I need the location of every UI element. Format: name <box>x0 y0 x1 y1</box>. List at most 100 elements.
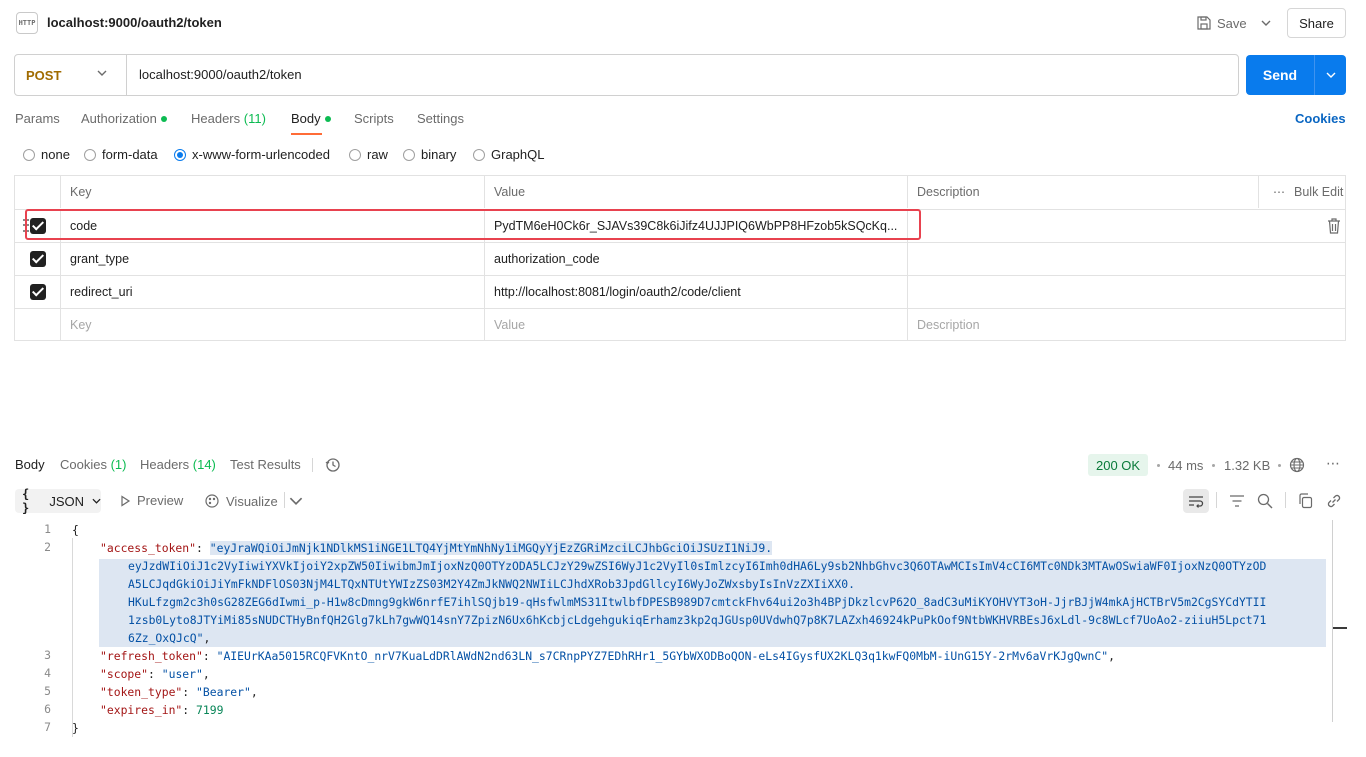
request-header: HTTP localhost:9000/oauth2/token Save Sh… <box>0 0 1366 46</box>
active-tab-indicator <box>291 133 322 135</box>
radio-icon <box>349 148 361 161</box>
row-checkbox-cell <box>15 243 61 275</box>
radio-none[interactable]: none <box>23 147 70 162</box>
send-options-chevron-down-icon[interactable] <box>1315 55 1346 95</box>
history-icon[interactable] <box>325 457 341 473</box>
copy-icon[interactable] <box>1297 492 1315 510</box>
code-line-wrapped: 6Zz_OxQJcQ", <box>128 631 211 645</box>
code-line: "refresh_token": "AIEUrKAa5015RCQFVKntO_… <box>100 649 1115 663</box>
params-table: Key Value Description ⋯ Bulk Edit code P… <box>14 175 1346 341</box>
column-header-key: Key <box>61 176 485 208</box>
checkbox-checked-icon[interactable] <box>29 251 46 267</box>
tab-scripts[interactable]: Scripts <box>354 111 394 126</box>
tab-authorization[interactable]: Authorization <box>81 111 167 126</box>
param-value-input[interactable]: authorization_code <box>485 243 908 275</box>
tab-headers[interactable]: Headers (11) <box>191 111 266 126</box>
scrollbar-track[interactable] <box>1332 520 1333 722</box>
cookies-link[interactable]: Cookies <box>1295 111 1346 126</box>
code-line: "expires_in": 7199 <box>100 703 224 717</box>
http-request-icon: HTTP <box>16 12 38 34</box>
tab-params[interactable]: Params <box>15 111 60 126</box>
param-description-input[interactable] <box>908 276 1345 308</box>
radio-icon <box>84 148 96 161</box>
radio-raw[interactable]: raw <box>349 147 388 162</box>
save-label: Save <box>1217 15 1247 31</box>
wrap-lines-button[interactable] <box>1183 489 1209 513</box>
checkbox-checked-icon[interactable] <box>29 284 46 300</box>
separator-dot <box>1157 464 1160 467</box>
param-description-input[interactable] <box>908 210 1345 242</box>
status-badge[interactable]: 200 OK <box>1088 454 1149 476</box>
visualize-button[interactable]: Visualize <box>204 493 278 509</box>
save-options-chevron-down-icon[interactable] <box>1256 12 1276 34</box>
new-value-input[interactable]: Value <box>485 309 908 341</box>
param-value-input[interactable]: http://localhost:8081/login/oauth2/code/… <box>485 276 908 308</box>
search-icon[interactable] <box>1256 492 1274 510</box>
code-line-wrapped: HKuLfzgm2c3h0sG28ZEG6dIwmi_p-H1w8cDmng9g… <box>128 595 1267 609</box>
modified-dot-icon <box>160 115 167 122</box>
share-button[interactable]: Share <box>1287 8 1346 38</box>
link-icon[interactable] <box>1325 492 1343 510</box>
param-description-input[interactable] <box>908 243 1345 275</box>
tab-settings[interactable]: Settings <box>417 111 464 126</box>
radio-graphql[interactable]: GraphQL <box>473 147 544 162</box>
response-tab-cookies[interactable]: Cookies (1) <box>60 457 126 472</box>
divider <box>312 458 313 472</box>
scrollbar-thumb[interactable] <box>1333 627 1347 629</box>
more-dots-icon: ⋯ <box>1273 185 1285 199</box>
format-label: JSON <box>49 493 84 509</box>
radio-icon <box>403 148 415 161</box>
param-key-input[interactable]: redirect_uri <box>61 276 485 308</box>
request-title[interactable]: localhost:9000/oauth2/token <box>47 15 222 30</box>
visualize-options-chevron-down-icon[interactable] <box>289 495 303 507</box>
response-tab-headers[interactable]: Headers (14) <box>140 457 216 472</box>
filter-icon[interactable] <box>1228 492 1246 510</box>
bulk-edit-label: Bulk Edit <box>1294 185 1344 199</box>
braces-icon: { } <box>22 487 30 515</box>
preview-button[interactable]: Preview <box>119 493 183 508</box>
separator-dot <box>1278 464 1281 467</box>
bulk-edit-button[interactable]: ⋯ Bulk Edit <box>1258 176 1343 208</box>
code-line: "scope": "user", <box>100 667 210 681</box>
table-row: redirect_uri http://localhost:8081/login… <box>15 275 1345 308</box>
new-description-input[interactable]: Description <box>908 309 1345 341</box>
method-select[interactable]: POST <box>15 55 127 95</box>
url-input[interactable]: localhost:9000/oauth2/token <box>139 67 302 82</box>
line-number: 2 <box>44 540 51 554</box>
line-number: 7 <box>44 720 51 734</box>
method-label: POST <box>26 67 62 83</box>
divider <box>284 492 285 508</box>
new-key-input[interactable]: Key <box>61 309 485 341</box>
save-button[interactable]: Save <box>1197 12 1247 34</box>
response-tabs: Body Cookies (1) Headers (14) Test Resul… <box>15 457 1355 475</box>
code-line: } <box>72 721 79 735</box>
response-time[interactable]: 44 ms <box>1168 458 1203 473</box>
tab-body[interactable]: Body <box>291 111 331 126</box>
send-button[interactable]: Send <box>1246 55 1346 95</box>
table-header-row: Key Value Description ⋯ Bulk Edit <box>15 176 1345 209</box>
globe-icon[interactable] <box>1289 457 1305 473</box>
radio-binary[interactable]: binary <box>403 147 456 162</box>
visualize-label: Visualize <box>226 493 278 509</box>
code-line-wrapped: 1zsb0Lyto8JTYiMi85sNUDCTHyBnfQH2Glg7kLh7… <box>128 613 1267 627</box>
line-number: 6 <box>44 702 51 716</box>
line-number: 4 <box>44 666 51 680</box>
response-tab-test-results[interactable]: Test Results <box>230 457 301 472</box>
separator-dot <box>1212 464 1215 467</box>
trash-icon[interactable] <box>1327 218 1341 234</box>
response-size[interactable]: 1.32 KB <box>1224 458 1270 473</box>
code-line-wrapped: eyJzdWIiOiJ1c2VyIiwiYXVkIjoiY2xpZW50Iiwi… <box>128 559 1267 573</box>
radio-x-www-form-urlencoded[interactable]: x-www-form-urlencoded <box>174 147 330 162</box>
response-format-select[interactable]: { } JSON <box>15 487 101 515</box>
line-number: 5 <box>44 684 51 698</box>
radio-form-data[interactable]: form-data <box>84 147 158 162</box>
more-options-icon[interactable]: ⋯ <box>1326 456 1342 473</box>
param-key-input[interactable]: grant_type <box>61 243 485 275</box>
wrap-lines-icon <box>1189 496 1204 508</box>
line-number: 1 <box>44 522 51 536</box>
table-row-empty: Key Value Description <box>15 308 1345 341</box>
response-tab-body[interactable]: Body <box>15 457 45 472</box>
divider <box>1216 492 1217 508</box>
highlight-annotation-box <box>25 209 921 240</box>
code-line: "token_type": "Bearer", <box>100 685 258 699</box>
